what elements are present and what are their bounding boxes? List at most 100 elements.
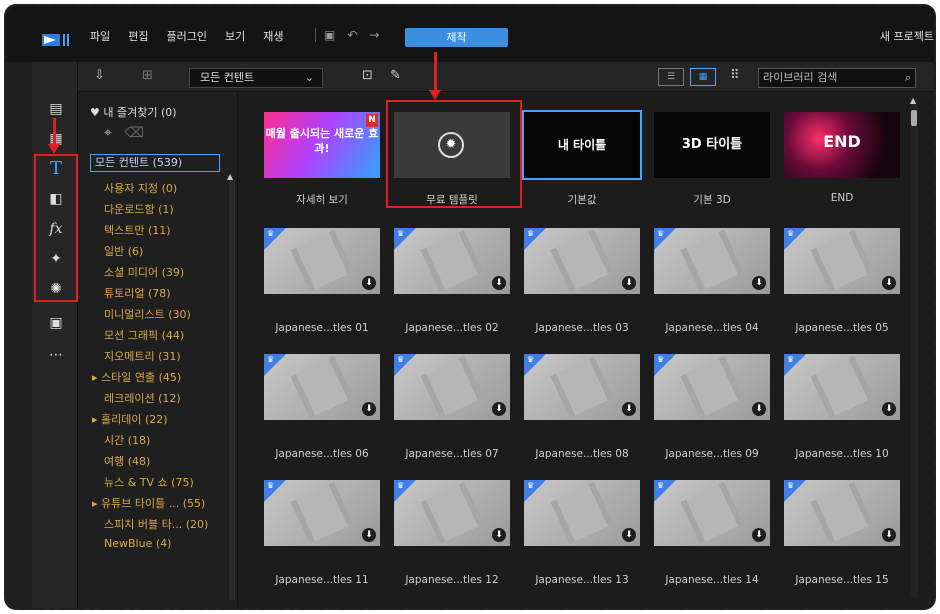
category-item[interactable]: 지오메트리 (31): [104, 348, 208, 369]
category-list: 사용자 지정 (0) 다운로드함 (1) 텍스트만 (11) 일반 (6) 소셜…: [92, 180, 208, 558]
favorites-label: 내 즐겨찾기 (0): [103, 106, 177, 119]
crown-icon: ♛: [787, 481, 795, 490]
category-scrollbar[interactable]: ▲: [227, 172, 235, 600]
chevron-down-icon: ⌄: [304, 71, 314, 84]
import-icon[interactable]: ⇩: [94, 68, 105, 83]
category-item[interactable]: 소셜 미디어 (39): [104, 264, 208, 285]
download-icon[interactable]: ⬇: [362, 528, 376, 542]
add-title-icon[interactable]: ⊡: [362, 68, 373, 83]
promo-thumbnail: 매월 출시되는 새로운 효과! N: [264, 112, 380, 178]
category-item[interactable]: 모션 그래픽 (44): [104, 327, 208, 348]
category-item[interactable]: 스피치 버블 타... (20): [104, 516, 208, 537]
category-item[interactable]: 뉴스 & TV 쇼 (75): [104, 474, 208, 495]
edit-title-icon[interactable]: ✎: [390, 68, 401, 83]
annotation-arrow-head: [48, 144, 60, 154]
menu-playback[interactable]: 재생: [263, 28, 283, 44]
category-item[interactable]: 튜토리얼 (78): [104, 285, 208, 306]
grid-view-button[interactable]: ▦: [690, 68, 716, 86]
tile-caption: Japanese...tles 15: [795, 574, 889, 586]
library-search-placeholder: 라이브러리 검색: [763, 71, 838, 84]
list-view-button[interactable]: ☰: [658, 68, 684, 86]
menu-edit[interactable]: 편집: [128, 28, 148, 44]
scroll-up-icon[interactable]: ▲: [227, 172, 233, 181]
download-icon[interactable]: ⬇: [492, 528, 506, 542]
more-icon[interactable]: ⋯: [44, 344, 68, 366]
film-placeholder-icon: [420, 230, 484, 292]
film-placeholder-icon: [680, 356, 744, 418]
film-placeholder-icon: [420, 482, 484, 544]
film-placeholder-icon: [810, 356, 874, 418]
thumbnail-size-icon[interactable]: ⠿: [730, 68, 740, 83]
content-filter-value: 모든 컨텐트: [200, 71, 255, 84]
add-tag-icon[interactable]: ⌖: [104, 125, 112, 141]
tile-caption: 기본 3D: [693, 194, 731, 206]
film-placeholder-icon: [810, 230, 874, 292]
crown-icon: ♛: [657, 229, 665, 238]
template-thumbnail: ♛ ⬇: [654, 354, 770, 420]
template-thumbnail: ♛ ⬇: [524, 228, 640, 294]
content-scrollbar[interactable]: ▲: [910, 96, 918, 598]
download-icon[interactable]: ⬇: [622, 402, 636, 416]
category-item[interactable]: 레크레이션 (12): [104, 390, 208, 411]
download-icon[interactable]: ⬇: [622, 528, 636, 542]
download-icon[interactable]: ⬇: [362, 402, 376, 416]
download-icon[interactable]: ⬇: [752, 402, 766, 416]
crown-icon: ♛: [787, 229, 795, 238]
favorites-item[interactable]: ♥ 내 즐겨찾기 (0): [90, 104, 177, 120]
project-title: 새 프로젝트: [879, 30, 934, 43]
category-item[interactable]: ▸ 홀리데이 (22): [92, 411, 208, 432]
category-item[interactable]: NewBlue (4): [104, 537, 208, 558]
download-icon[interactable]: ⬇: [882, 402, 896, 416]
download-icon[interactable]: ⬇: [752, 276, 766, 290]
film-placeholder-icon: [680, 230, 744, 292]
save-icon[interactable]: ▣: [324, 28, 335, 42]
subtitle-room-icon[interactable]: ▣: [44, 312, 68, 334]
download-icon[interactable]: ⬇: [362, 276, 376, 290]
category-item[interactable]: 미니멀리스트 (30): [104, 306, 208, 327]
menu-view[interactable]: 보기: [225, 28, 245, 44]
scroll-thumb[interactable]: [911, 110, 917, 126]
crown-icon: ♛: [657, 481, 665, 490]
category-item[interactable]: 사용자 지정 (0): [104, 180, 208, 201]
search-icon[interactable]: ⌕: [905, 69, 911, 87]
tile-caption: Japanese...tles 10: [795, 448, 889, 460]
film-placeholder-icon: [680, 482, 744, 544]
menu-file[interactable]: 파일: [90, 28, 110, 44]
download-icon[interactable]: ⬇: [492, 276, 506, 290]
library-search-input[interactable]: 라이브러리 검색 ⌕: [758, 68, 916, 88]
template-thumbnail: ♛ ⬇: [654, 480, 770, 546]
scroll-up-icon[interactable]: ▲: [910, 96, 916, 105]
download-icon[interactable]: ⬇: [882, 528, 896, 542]
media-room-icon[interactable]: ▤: [44, 98, 68, 120]
download-icon[interactable]: ⬇: [882, 276, 896, 290]
category-item[interactable]: ▸ 스타일 연출 (45): [92, 369, 208, 390]
template-thumbnail: ♛ ⬇: [654, 228, 770, 294]
annotation-box-title-room: [34, 154, 78, 302]
category-item[interactable]: 여행 (48): [104, 453, 208, 474]
menu-plugins[interactable]: 플러그인: [167, 28, 207, 44]
undo-icon[interactable]: ↶: [347, 28, 357, 42]
film-placeholder-icon: [420, 356, 484, 418]
category-item[interactable]: ▸ 유튜브 타이틀 ... (55): [92, 495, 208, 516]
plugin-icon[interactable]: ⊞: [142, 68, 153, 83]
category-item[interactable]: 다운로드함 (1): [104, 201, 208, 222]
film-placeholder-icon: [550, 356, 614, 418]
content-filter-dropdown[interactable]: 모든 컨텐트 ⌄: [189, 68, 323, 88]
remove-tag-icon[interactable]: ⌫: [124, 125, 144, 141]
tab-produce[interactable]: 제작: [405, 28, 508, 47]
category-item[interactable]: 텍스트만 (11): [104, 222, 208, 243]
template-thumbnail: ♛ ⬇: [394, 228, 510, 294]
category-item[interactable]: 일반 (6): [104, 243, 208, 264]
tile-caption: 자세히 보기: [296, 194, 348, 206]
download-icon[interactable]: ⬇: [752, 528, 766, 542]
download-icon[interactable]: ⬇: [622, 276, 636, 290]
crown-icon: ♛: [527, 481, 535, 490]
annotation-arrow-line: [434, 52, 437, 92]
crown-icon: ♛: [267, 481, 275, 490]
menu-bar: 파일 편집 플러그인 보기 재생 ▣ ↶ → 제작 새 프로젝트: [6, 6, 934, 62]
download-icon[interactable]: ⬇: [492, 402, 506, 416]
tile-caption: END: [830, 192, 854, 204]
category-all-content[interactable]: 모든 컨텐트 (539): [90, 154, 220, 172]
redo-icon[interactable]: →: [369, 28, 379, 42]
category-item[interactable]: 시간 (18): [104, 432, 208, 453]
